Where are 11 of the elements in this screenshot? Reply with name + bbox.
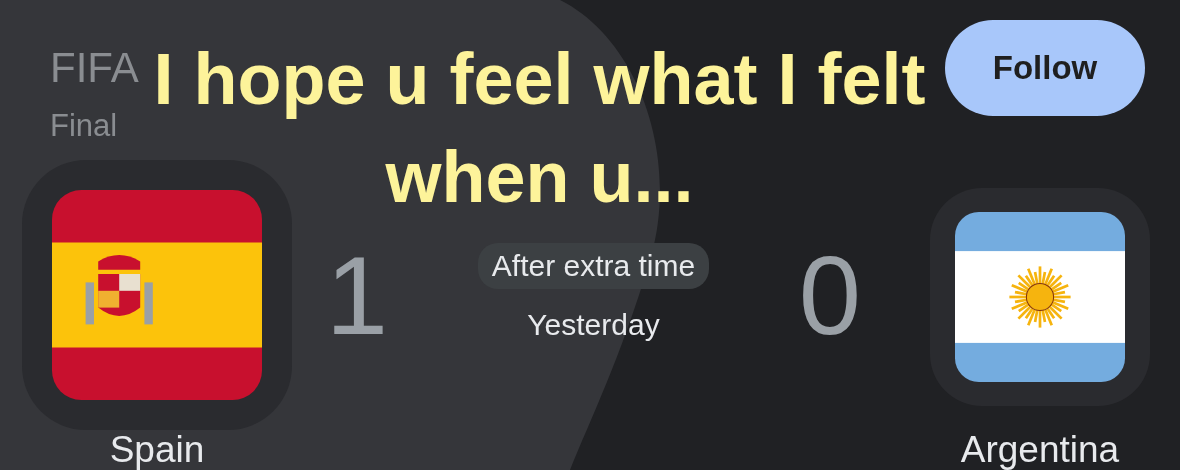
team-name: Argentina: [960, 430, 1120, 470]
competition-title: FIFA: [50, 44, 139, 92]
match-date: Yesterday: [527, 307, 660, 343]
flag-icon: [955, 212, 1125, 382]
caption-text: I hope u feel what I felt when u...: [152, 38, 927, 219]
flag-icon: [52, 190, 262, 400]
follow-button[interactable]: Follow: [945, 20, 1145, 116]
team-name: Spain: [109, 430, 205, 470]
status-badge: After extra time: [477, 243, 710, 289]
score: 0: [797, 232, 863, 360]
stage-label: Final: [50, 107, 118, 145]
